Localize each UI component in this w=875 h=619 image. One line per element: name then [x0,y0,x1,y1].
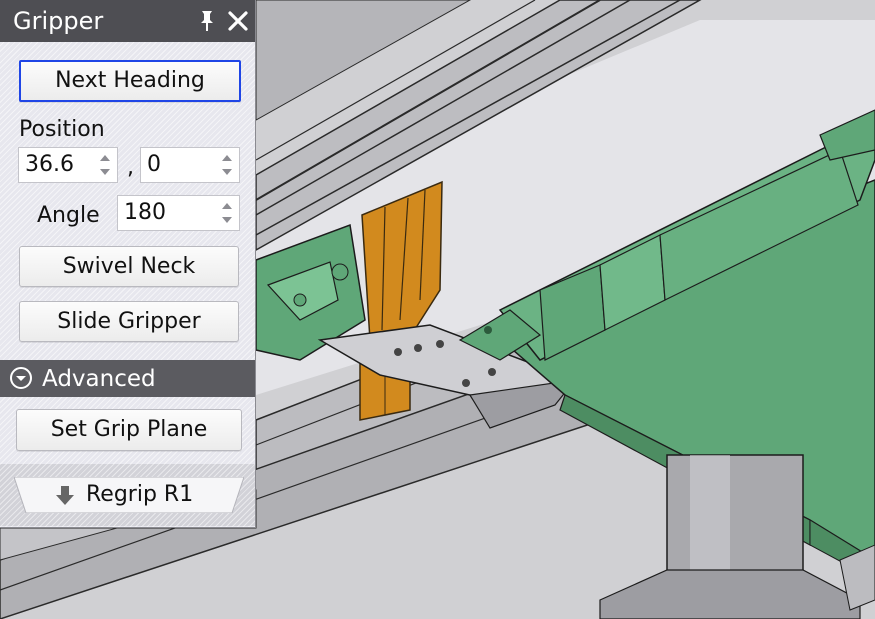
spin-arrows-icon[interactable] [219,150,235,180]
angle-label: Angle [37,203,100,228]
close-icon[interactable] [226,8,250,34]
pin-icon[interactable] [196,9,218,33]
angle-value: 180 [124,200,166,225]
arrow-down-icon [56,486,74,505]
position-label: Position [19,117,105,142]
position-x-value: 36.6 [25,152,74,177]
slide-gripper-button[interactable]: Slide Gripper [19,301,239,342]
position-separator: , [127,155,134,180]
chevron-down-circle-icon [10,367,32,389]
regrip-label: Regrip R1 [86,482,194,507]
position-x-field[interactable]: 36.6 [18,147,118,183]
gripper-panel: Gripper Next Heading Position 36.6 , 0 A… [0,0,256,528]
advanced-section-header[interactable]: Advanced [0,360,255,397]
position-y-field[interactable]: 0 [140,147,240,183]
spin-arrows-icon[interactable] [97,150,113,180]
swivel-neck-button[interactable]: Swivel Neck [19,246,239,287]
set-grip-plane-button[interactable]: Set Grip Plane [16,409,242,451]
regrip-r1-button[interactable]: Regrip R1 [14,477,244,513]
position-y-value: 0 [147,152,161,177]
next-heading-button[interactable]: Next Heading [19,60,241,102]
panel-title: Gripper [13,7,104,35]
advanced-label: Advanced [42,366,156,392]
spin-arrows-icon[interactable] [219,198,235,228]
panel-title-bar: Gripper [0,0,255,42]
angle-field[interactable]: 180 [117,195,240,231]
